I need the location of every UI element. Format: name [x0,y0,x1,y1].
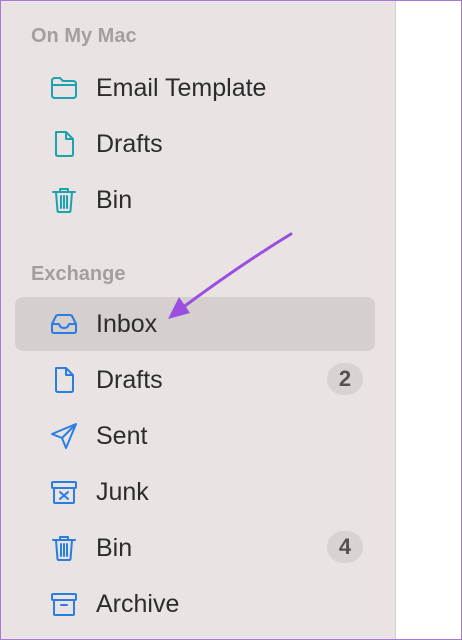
sidebar-item-label: Drafts [96,130,163,158]
section-header-exchange: Exchange [31,263,126,285]
document-icon [49,365,79,395]
annotation-arrow-icon [168,232,293,319]
sidebar-item-label: Junk [96,478,149,506]
trash-icon [49,185,79,215]
folder-icon [49,73,79,103]
archive-box-icon [49,589,79,619]
sidebar-item-label: Inbox [96,310,158,338]
sidebar-item-label: Bin [96,534,133,562]
section-header-on-my-mac: On My Mac [31,25,137,47]
sidebar-item-label: Bin [96,186,133,214]
sidebar-item-sent[interactable]: Sent [15,409,375,463]
trash-icon [49,533,79,563]
sidebar-item-email-template[interactable]: Email Template [15,61,375,115]
sidebar-item-junk[interactable]: Junk [15,465,375,519]
sidebar-item-label: Email Template [96,74,267,102]
inbox-tray-icon [49,309,79,339]
sidebar-item-local-bin[interactable]: Bin [15,173,375,227]
sidebar-item-bin[interactable]: Bin 4 [15,521,375,575]
message-list-pane [396,1,461,639]
sidebar-item-local-drafts[interactable]: Drafts [15,117,375,171]
unread-count-badge: 4 [327,531,363,563]
sidebar-item-drafts[interactable]: Drafts 2 [15,353,375,407]
document-icon [49,129,79,159]
sidebar-item-label: Drafts [96,366,163,394]
sidebar-item-label: Sent [96,422,148,450]
sidebar-item-archive[interactable]: Archive [15,577,375,631]
sidebar-item-label: Archive [96,590,180,618]
unread-count-badge: 2 [327,363,363,395]
junk-box-icon [49,477,79,507]
paper-plane-icon [49,421,79,451]
